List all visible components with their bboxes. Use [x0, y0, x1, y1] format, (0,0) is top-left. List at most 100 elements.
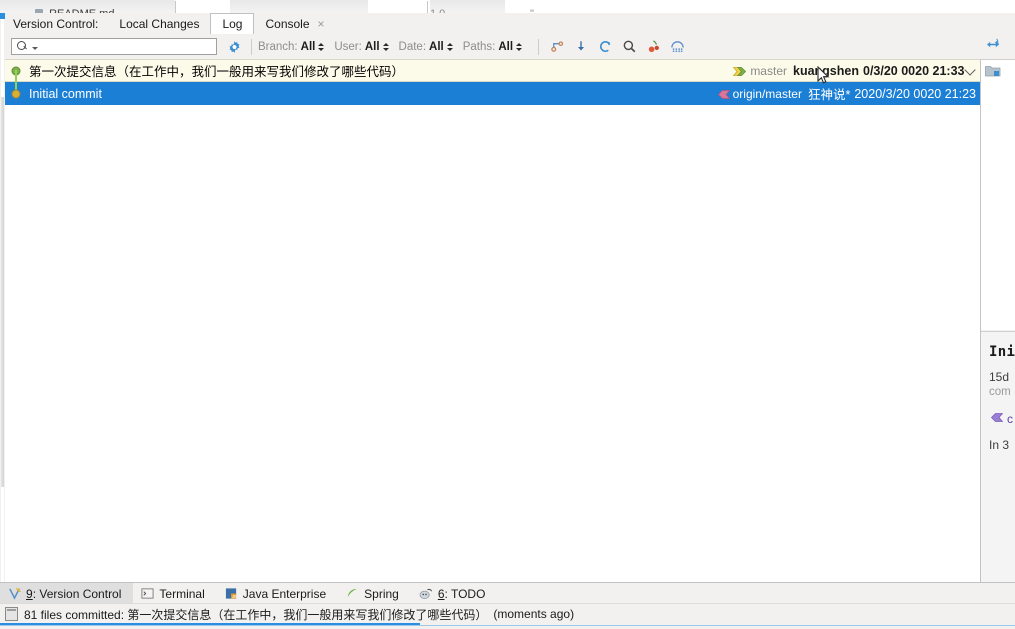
bottom-bar-item-todo[interactable]: 6: TODO	[411, 583, 498, 604]
toolbar-divider	[251, 38, 252, 55]
commit-author: kuangshen	[793, 63, 859, 78]
chevron-updown-icon	[382, 42, 389, 51]
filter-branch[interactable]: Branch: All	[258, 40, 325, 53]
folder-icon	[985, 64, 1001, 77]
details-pane: Ini 15d com c In 3	[981, 331, 1015, 582]
version-control-icon	[8, 587, 21, 600]
tab-local-changes[interactable]: Local Changes	[108, 13, 210, 34]
row-expand-button[interactable]	[960, 60, 980, 83]
filter-label: User:	[334, 40, 362, 53]
commit-status-icon	[5, 607, 18, 621]
spring-leaf-icon	[346, 587, 359, 600]
branch-ref-label: master	[750, 63, 787, 78]
close-icon[interactable]: ×	[318, 18, 325, 30]
gutter-scrollbar-thumb[interactable]	[1, 97, 4, 487]
status-message: 81 files committed: 第一次提交信息（在工作中，我们一般用来写…	[24, 607, 488, 622]
log-settings-button[interactable]	[223, 40, 245, 54]
details-ref-label: c	[1007, 412, 1013, 426]
cherry-pick-icon[interactable]	[641, 36, 665, 58]
details-hash: 15d	[989, 370, 1010, 384]
search-icon[interactable]	[617, 36, 641, 58]
editor-tab-strip-clipped: README.md 1.0 "	[0, 0, 1015, 14]
svg-text:JB: JB	[232, 594, 237, 599]
ide-window: README.md 1.0 " Version Control: Local C…	[0, 0, 1015, 629]
bottom-bar-shortcut: 9	[26, 586, 33, 601]
java-enterprise-icon: JB	[225, 587, 238, 600]
filter-value: All	[300, 40, 316, 53]
commit-node	[11, 89, 21, 98]
bottom-bar-label: Java Enterprise	[242, 586, 327, 601]
go-to-child-icon[interactable]	[569, 36, 593, 58]
filter-label: Date:	[398, 40, 427, 53]
tool-window-title: Version Control:	[13, 16, 99, 31]
branch-ref-label: origin/master	[732, 86, 802, 101]
table-row[interactable]: 第一次提交信息（在工作中，我们一般用来写我们修改了哪些代码） master ku…	[5, 59, 980, 84]
details-ref: c	[989, 412, 1015, 426]
expand-icon[interactable]	[985, 37, 1001, 57]
bottom-clipped-strip	[0, 623, 1015, 629]
filter-value: All	[498, 40, 514, 53]
todo-icon	[419, 587, 433, 600]
branch-tag-icon	[732, 66, 747, 76]
show-diff-icon[interactable]	[665, 36, 689, 58]
refresh-icon[interactable]	[593, 36, 617, 58]
bottom-bar-label: Spring	[364, 586, 399, 601]
chevron-updown-icon	[318, 42, 325, 51]
gear-icon	[227, 40, 241, 54]
branch-ref-chip[interactable]: master	[732, 63, 787, 78]
log-filter-toolbar: Branch: All User: All Date: All Paths: A…	[5, 34, 1015, 60]
branch-ref-chip[interactable]: origin/master	[716, 87, 802, 101]
editor-tab-readme[interactable]: README.md	[35, 0, 175, 13]
search-input[interactable]	[11, 38, 217, 55]
table-row[interactable]: Initial commit origin/master 狂神说* 2020/3…	[5, 70, 980, 105]
commit-refs: origin/master	[716, 87, 802, 101]
toolbar-divider	[538, 38, 540, 55]
filter-paths[interactable]: Paths: All	[462, 40, 523, 53]
commit-subject-text: Initial commit	[29, 86, 102, 101]
tab-divider	[175, 1, 176, 13]
tab-log[interactable]: Log	[210, 12, 255, 35]
progress-track	[0, 625, 1015, 626]
tab-label: Local Changes	[119, 16, 200, 31]
commit-log-table[interactable]: 第一次提交信息（在工作中，我们一般用来写我们修改了哪些代码） master ku…	[5, 59, 981, 582]
commit-subject-text: 第一次提交信息（在工作中，我们一般用来写我们修改了哪些代码）	[29, 65, 405, 79]
bottom-bar-label: : TODO	[444, 586, 486, 601]
commit-refs: master	[732, 63, 787, 78]
tab-label: Log	[222, 17, 243, 31]
chevron-updown-icon	[516, 42, 523, 51]
tab-console[interactable]: Console ×	[254, 13, 335, 34]
filter-label: Branch:	[258, 40, 298, 53]
bottom-bar-item-spring[interactable]: Spring	[338, 583, 411, 604]
bottom-bar-label: : Version Control	[32, 586, 122, 601]
chevron-down-icon	[964, 63, 976, 76]
bottom-bar-item-version-control[interactable]: 9: Version Control	[0, 583, 134, 604]
bottom-bar-item-java-enterprise[interactable]: JB Java Enterprise	[217, 583, 338, 604]
filter-date[interactable]: Date: All	[399, 41, 453, 53]
details-file-tree[interactable]	[981, 60, 1015, 330]
search-icon	[17, 40, 30, 53]
commit-details-panel: Ini 15d com c In 3	[981, 13, 1015, 582]
tab-label: Console	[265, 16, 310, 31]
filter-label: Paths:	[462, 40, 496, 53]
filter-user[interactable]: User: All	[334, 40, 389, 53]
commit-subject: 第一次提交信息（在工作中，我们一般用来写我们修改了哪些代码）	[27, 61, 733, 80]
tag-icon	[989, 412, 1004, 426]
chevron-updown-icon	[446, 42, 453, 51]
branch-tag-icon	[716, 89, 730, 99]
editor-tab-quote[interactable]: "	[530, 0, 570, 13]
collapse-graph-icon[interactable]	[545, 36, 569, 58]
tool-window-bar: 9: Version Control Terminal JB Java Ente…	[0, 582, 1015, 604]
bottom-bar-item-terminal[interactable]: Terminal	[133, 583, 216, 604]
details-panel-toolbar	[981, 34, 1015, 60]
bottom-bar-shortcut: 6	[437, 586, 445, 601]
search-field[interactable]	[41, 39, 216, 54]
bottom-bar-label: Terminal	[159, 586, 205, 601]
details-subline: com	[989, 386, 1011, 398]
commit-subject: Initial commit	[27, 87, 716, 101]
commit-author: 狂神说*	[807, 88, 851, 102]
details-commit-title: Ini	[989, 344, 1015, 360]
commit-date: 2020/3/20 0020 21:23	[854, 86, 976, 101]
editor-tab-version[interactable]: 1.0	[430, 0, 510, 13]
version-control-tab-bar: Version Control: Local Changes Log Conso…	[5, 12, 1015, 35]
chevron-down-icon[interactable]	[32, 47, 38, 50]
